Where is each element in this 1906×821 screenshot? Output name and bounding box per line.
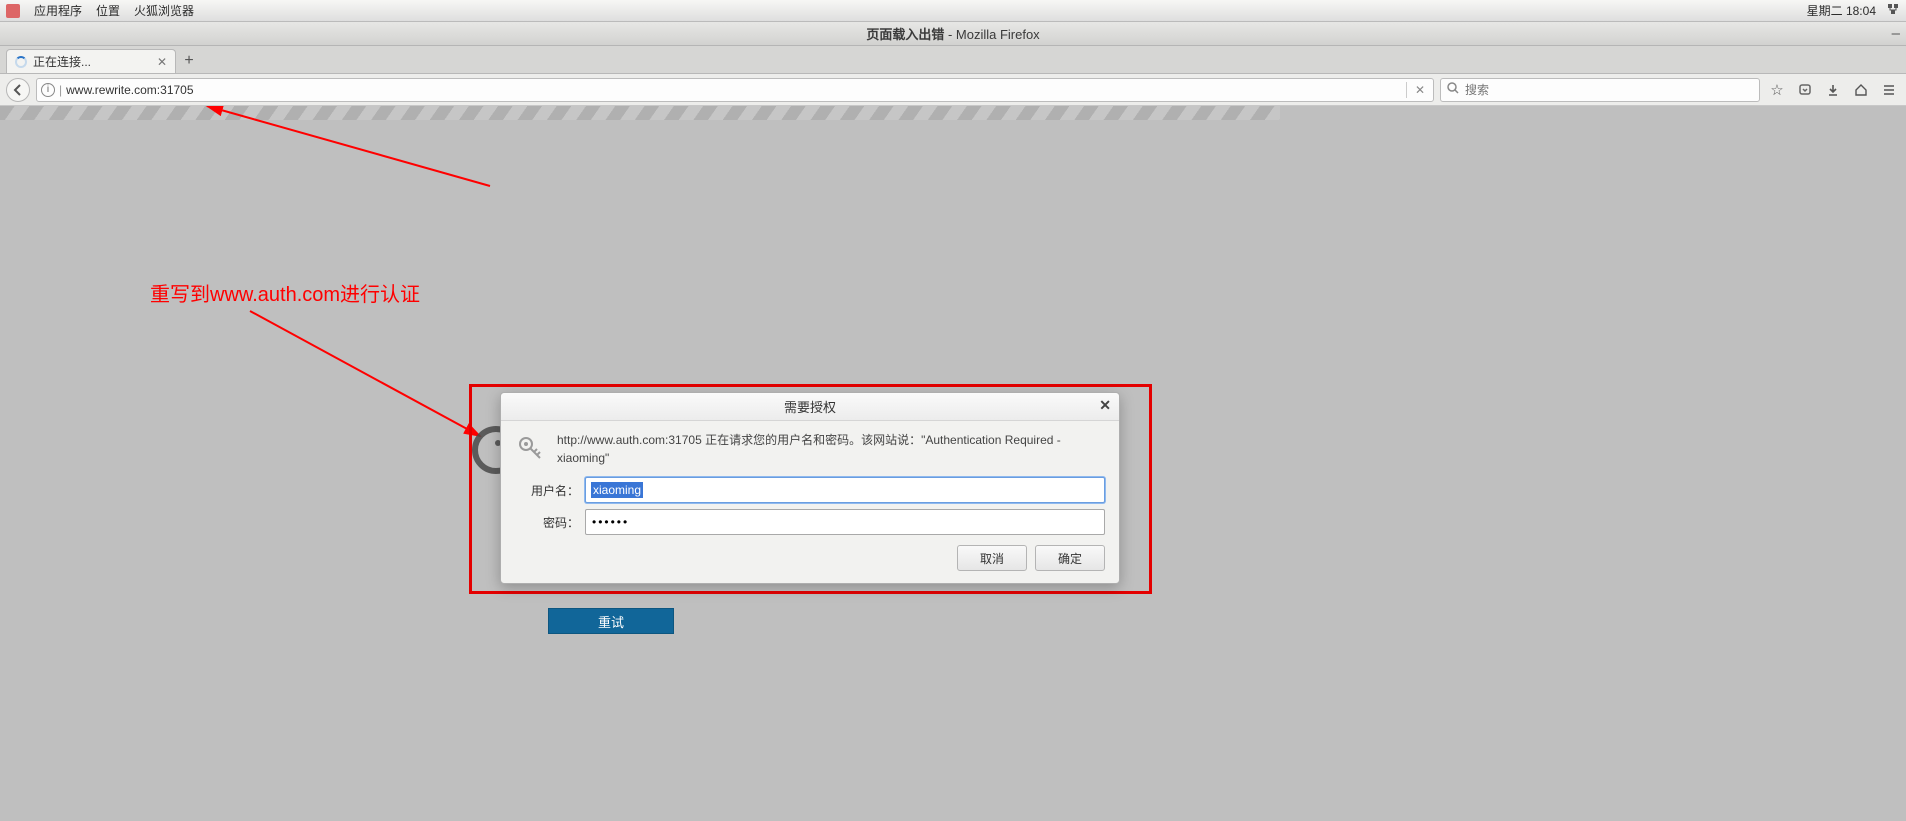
auth-dialog: 需要授权 ✕ http://www.auth.com:31705 正在请求您的用… bbox=[500, 392, 1120, 584]
annotation-text: 重写到www.auth.com进行认证 bbox=[150, 278, 420, 307]
username-value-selected: xiaoming bbox=[591, 482, 643, 498]
gnome-top-panel: 应用程序 位置 火狐浏览器 星期二 18:04 bbox=[0, 0, 1906, 22]
menu-firefox[interactable]: 火狐浏览器 bbox=[134, 2, 194, 19]
activities-icon bbox=[6, 4, 20, 18]
url-input[interactable] bbox=[66, 83, 1402, 97]
tab-label: 正在连接... bbox=[33, 53, 91, 70]
pocket-icon[interactable] bbox=[1794, 79, 1816, 101]
clock: 星期二 18:04 bbox=[1807, 2, 1876, 19]
key-icon bbox=[515, 431, 547, 463]
site-info-icon[interactable]: i bbox=[41, 83, 55, 97]
password-label: 密码： bbox=[515, 514, 579, 531]
navigation-toolbar: i | ✕ ☆ bbox=[0, 74, 1906, 106]
dialog-title: 需要授权 bbox=[784, 397, 836, 416]
loading-spinner-icon bbox=[15, 56, 27, 68]
menu-applications[interactable]: 应用程序 bbox=[34, 2, 82, 19]
new-tab-button[interactable]: + bbox=[176, 49, 202, 73]
menu-places[interactable]: 位置 bbox=[96, 2, 120, 19]
downloads-icon[interactable] bbox=[1822, 79, 1844, 101]
back-button[interactable] bbox=[6, 78, 30, 102]
url-bar[interactable]: i | ✕ bbox=[36, 78, 1434, 102]
menu-hamburger-icon[interactable] bbox=[1878, 79, 1900, 101]
cancel-button[interactable]: 取消 bbox=[957, 545, 1027, 571]
search-icon bbox=[1447, 82, 1459, 97]
hatch-decoration bbox=[0, 106, 1280, 120]
ok-button[interactable]: 确定 bbox=[1035, 545, 1105, 571]
page-content: 重写到www.auth.com进行认证 需要授权 ✕ http://www.au… bbox=[0, 106, 1906, 821]
dialog-titlebar: 需要授权 ✕ bbox=[501, 393, 1119, 421]
window-title-suffix: - Mozilla Firefox bbox=[944, 27, 1039, 42]
browser-tab[interactable]: 正在连接... ✕ bbox=[6, 49, 176, 73]
retry-button[interactable]: 重试 bbox=[548, 608, 674, 634]
username-input[interactable] bbox=[585, 477, 1105, 503]
dialog-close-icon[interactable]: ✕ bbox=[1099, 397, 1111, 414]
home-icon[interactable] bbox=[1850, 79, 1872, 101]
password-input[interactable] bbox=[585, 509, 1105, 535]
window-minimize-button[interactable]: – bbox=[1892, 22, 1900, 45]
dialog-message: http://www.auth.com:31705 正在请求您的用户名和密码。该… bbox=[557, 431, 1105, 467]
network-icon[interactable] bbox=[1886, 2, 1900, 19]
stop-reload-icon[interactable]: ✕ bbox=[1411, 83, 1429, 97]
tab-close-icon[interactable]: ✕ bbox=[157, 55, 167, 69]
username-label: 用户名： bbox=[515, 482, 579, 499]
tab-strip: 正在连接... ✕ + bbox=[0, 46, 1906, 74]
search-input[interactable] bbox=[1465, 83, 1753, 97]
search-bar[interactable] bbox=[1440, 78, 1760, 102]
window-title-main: 页面载入出错 bbox=[866, 27, 944, 42]
window-titlebar: 页面载入出错 - Mozilla Firefox – bbox=[0, 22, 1906, 46]
bookmark-star-icon[interactable]: ☆ bbox=[1766, 79, 1788, 101]
